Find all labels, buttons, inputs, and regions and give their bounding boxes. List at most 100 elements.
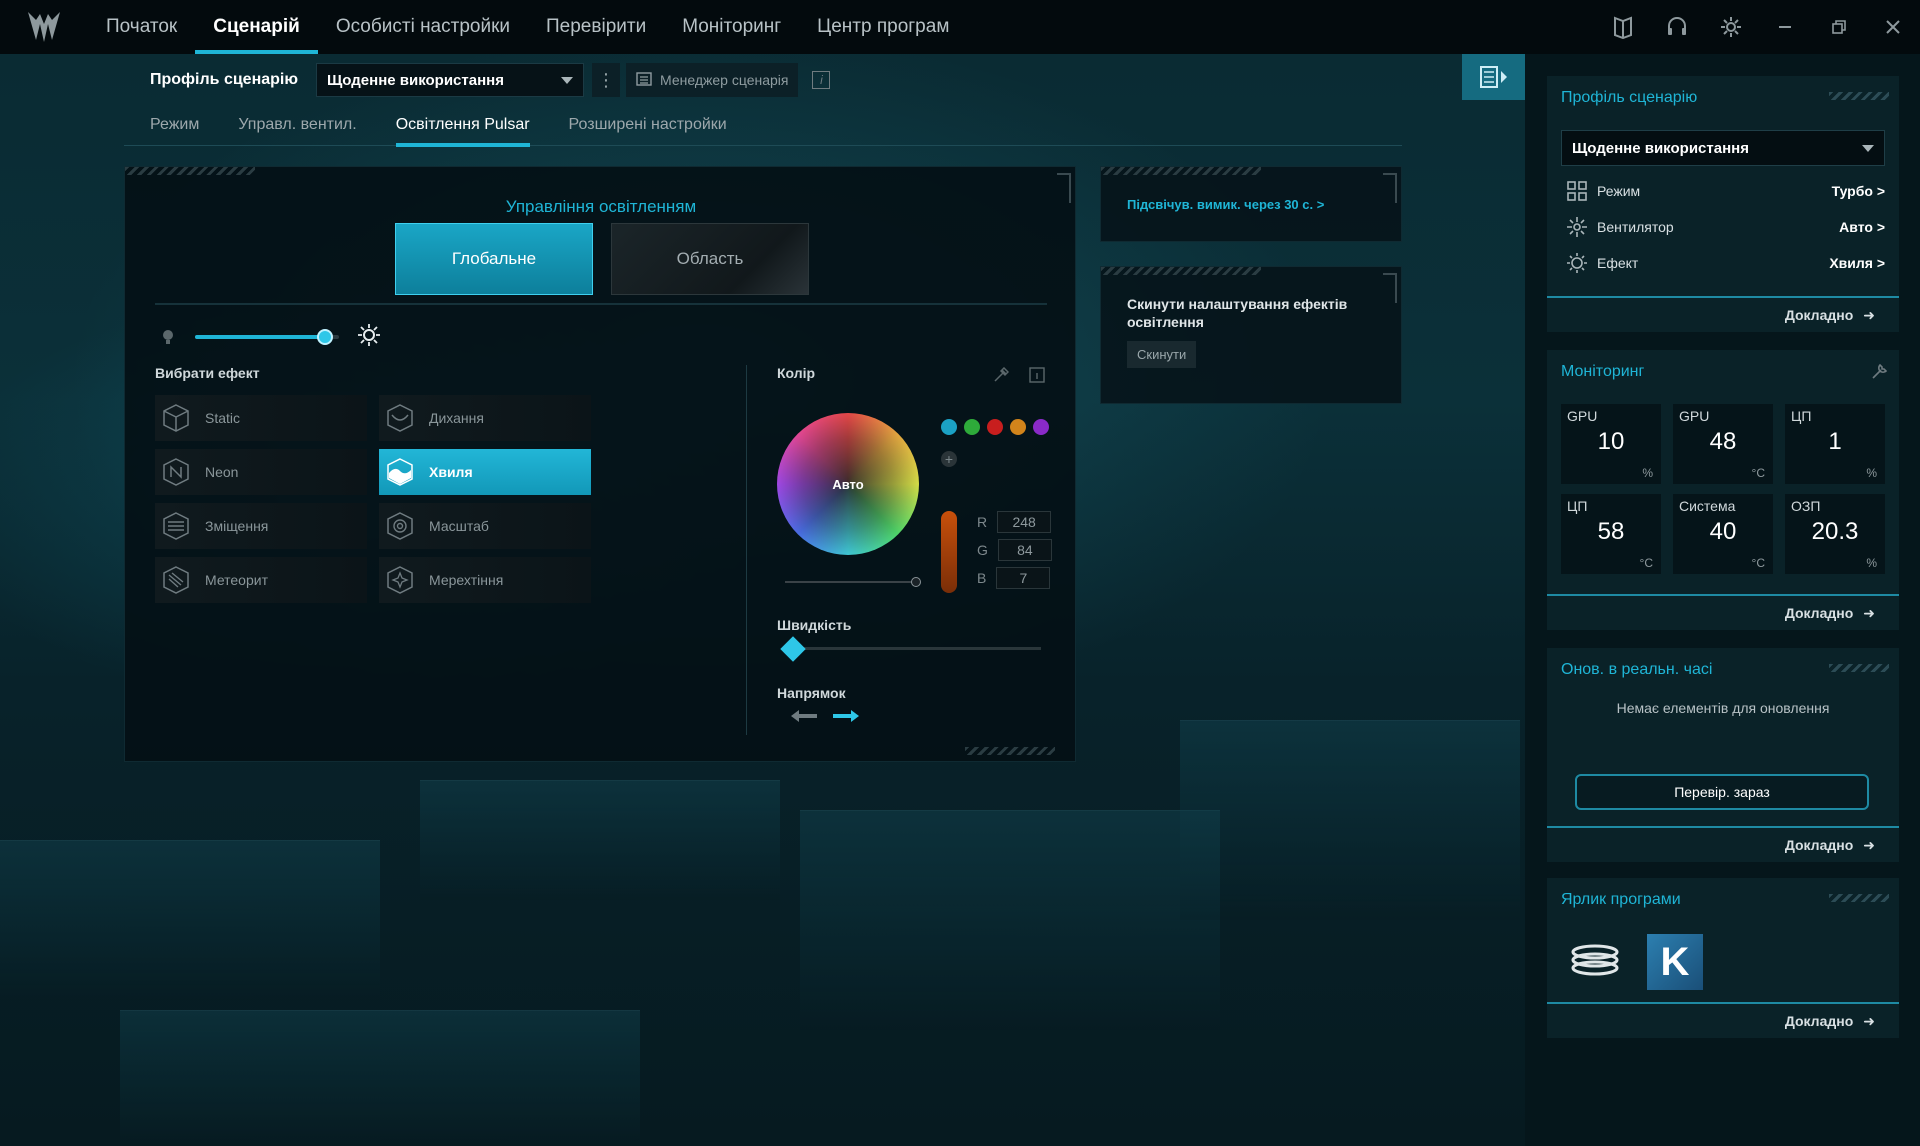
card-title: Моніторинг bbox=[1561, 363, 1645, 380]
effect-label: Мерехтіння bbox=[429, 572, 504, 588]
monitor-value: 58 bbox=[1597, 518, 1625, 545]
profile-details-link[interactable]: Докладно ➜ bbox=[1547, 296, 1899, 332]
add-color-icon[interactable]: + bbox=[941, 451, 957, 467]
reset-button[interactable]: Скинути bbox=[1127, 341, 1197, 368]
lighting-panel: Управління освітленням Глобальне Область… bbox=[124, 166, 1076, 762]
speed-slider[interactable] bbox=[779, 636, 1041, 662]
monitor-unit: % bbox=[1642, 466, 1653, 480]
nav-personal-settings[interactable]: Особисті настройки bbox=[318, 0, 528, 54]
tab-mode[interactable]: Режим bbox=[124, 108, 212, 146]
brightness-knob[interactable] bbox=[316, 329, 333, 345]
brightness-slider[interactable] bbox=[161, 324, 391, 349]
tab-advanced-settings[interactable]: Розширені настройки bbox=[543, 108, 740, 146]
scenario-manager-button[interactable]: Менеджер сценарія bbox=[626, 63, 799, 97]
info-icon[interactable]: i bbox=[812, 71, 831, 89]
monitor-title: ЦП bbox=[1791, 408, 1812, 424]
effect-static[interactable]: Static bbox=[155, 395, 367, 441]
effect-wave[interactable]: Хвиля bbox=[379, 449, 591, 495]
hatch-decoration bbox=[1101, 167, 1261, 175]
settings-gear-icon[interactable] bbox=[1704, 0, 1758, 54]
color-wheel[interactable]: Авто bbox=[777, 413, 919, 555]
predator-logo-icon[interactable] bbox=[22, 10, 66, 44]
profile-select[interactable]: Щоденне використання bbox=[316, 63, 585, 97]
lighting-timeout-link[interactable]: Підсвічув. вимик. через 30 с. > bbox=[1127, 197, 1324, 212]
monitor-value: 1 bbox=[1828, 428, 1842, 455]
effect-breathing[interactable]: Дихання bbox=[379, 395, 591, 441]
tab-fan-control[interactable]: Управл. вентил. bbox=[212, 108, 369, 146]
sidebar-monitoring-card: Моніторинг GPU 10 % GPU 48 °C ЦП 1 % ЦП … bbox=[1547, 350, 1899, 630]
sidebar-profile-title: Профіль сценарію bbox=[1547, 76, 1899, 120]
sub-tabs: Режим Управл. вентил. Освітлення Pulsar … bbox=[124, 108, 1402, 147]
arrow-right-icon[interactable] bbox=[831, 707, 861, 730]
eyedropper-icon[interactable] bbox=[993, 366, 1010, 388]
effect-label: Static bbox=[205, 410, 241, 426]
b-value-input[interactable]: 7 bbox=[996, 567, 1051, 589]
brightness-track[interactable] bbox=[195, 329, 339, 345]
right-sidebar: Профіль сценарію Щоденне використання Ре… bbox=[1525, 54, 1920, 1146]
color-swatch[interactable] bbox=[987, 419, 1003, 435]
wrench-icon[interactable] bbox=[1871, 362, 1889, 385]
tab-pulsar-lighting[interactable]: Освітлення Pulsar bbox=[370, 108, 543, 147]
effect-zoom[interactable]: Масштаб bbox=[379, 503, 591, 549]
nav-app-center[interactable]: Центр програм bbox=[799, 0, 967, 54]
vertical-divider bbox=[746, 365, 747, 735]
brightness-fill bbox=[195, 335, 325, 339]
profile-label: Профіль сценарію bbox=[150, 71, 299, 88]
top-bar: Початок Сценарій Особисті настройки Пере… bbox=[0, 0, 1920, 54]
color-swatch[interactable] bbox=[964, 419, 980, 435]
sidebar-profile-select[interactable]: Щоденне використання bbox=[1561, 130, 1885, 166]
arrow-right-icon: ➜ bbox=[1863, 604, 1875, 621]
color-swatch[interactable] bbox=[1010, 419, 1026, 435]
card-title: Ярлик програми bbox=[1561, 891, 1681, 908]
speed-knob[interactable] bbox=[779, 636, 806, 662]
check-now-button[interactable]: Перевір. зараз bbox=[1575, 774, 1869, 810]
neon-icon bbox=[159, 455, 193, 489]
nav-scenario[interactable]: Сценарій bbox=[195, 0, 318, 54]
headset-support-icon[interactable] bbox=[1650, 0, 1704, 54]
more-options-icon[interactable]: ⋮ bbox=[592, 63, 621, 97]
effect-meteor[interactable]: Метеорит bbox=[155, 557, 367, 603]
monitor-unit: °C bbox=[1639, 556, 1653, 570]
monitor-cpu-usage: ЦП 1 % bbox=[1785, 404, 1885, 484]
shortcuts-title: Ярлик програми bbox=[1547, 878, 1899, 922]
effect-label: Neon bbox=[205, 464, 239, 480]
speed-label: Швидкість bbox=[777, 617, 852, 633]
lighting-control-title: Управління освітленням bbox=[505, 197, 697, 216]
realtime-details-link[interactable]: Докладно ➜ bbox=[1547, 826, 1899, 862]
monitor-unit: % bbox=[1866, 466, 1877, 480]
nav-home[interactable]: Початок bbox=[88, 0, 195, 54]
color-swatch[interactable] bbox=[1033, 419, 1049, 435]
arrow-left-icon[interactable] bbox=[789, 707, 819, 730]
color-swatch[interactable] bbox=[941, 419, 957, 435]
shortcuts-details-link[interactable]: Докладно ➜ bbox=[1547, 1002, 1899, 1038]
toggle-sidebar-icon[interactable] bbox=[1462, 54, 1526, 100]
color-wheel-slider[interactable] bbox=[785, 577, 921, 587]
app-coil-icon[interactable] bbox=[1567, 934, 1623, 990]
minimize-icon[interactable] bbox=[1758, 0, 1812, 54]
card-title: Профіль сценарію bbox=[1561, 89, 1698, 106]
area-mode-button[interactable]: Область bbox=[611, 223, 809, 295]
r-value-input[interactable]: 248 bbox=[997, 511, 1052, 533]
effect-twinkle[interactable]: Мерехтіння bbox=[379, 557, 591, 603]
monitor-title: Система bbox=[1679, 498, 1736, 514]
app-k-icon[interactable]: K bbox=[1647, 934, 1703, 990]
meteor-icon bbox=[159, 563, 193, 597]
monitor-title: GPU bbox=[1567, 408, 1598, 424]
nav-monitoring[interactable]: Моніторинг bbox=[664, 0, 799, 54]
effect-shift[interactable]: Зміщення bbox=[155, 503, 367, 549]
sidebar-prop-mode[interactable]: Режим Турбо > bbox=[1565, 176, 1885, 206]
global-mode-button[interactable]: Глобальне bbox=[395, 223, 593, 295]
g-value-input[interactable]: 84 bbox=[997, 539, 1052, 561]
sidebar-prop-effect[interactable]: Ефект Хвиля > bbox=[1565, 248, 1885, 278]
lighting-timeout-card: Підсвічув. вимик. через 30 с. > bbox=[1100, 166, 1402, 242]
shift-icon bbox=[159, 509, 193, 543]
close-icon[interactable] bbox=[1866, 0, 1920, 54]
restore-icon[interactable] bbox=[1812, 0, 1866, 54]
effect-neon[interactable]: Neon bbox=[155, 449, 367, 495]
manual-book-icon[interactable] bbox=[1596, 0, 1650, 54]
fan-icon bbox=[1565, 216, 1589, 238]
color-info-icon[interactable] bbox=[1029, 367, 1045, 388]
nav-check[interactable]: Перевірити bbox=[528, 0, 664, 54]
sidebar-prop-fan[interactable]: Вентилятор Авто > bbox=[1565, 212, 1885, 242]
monitoring-details-link[interactable]: Докладно ➜ bbox=[1547, 594, 1899, 630]
